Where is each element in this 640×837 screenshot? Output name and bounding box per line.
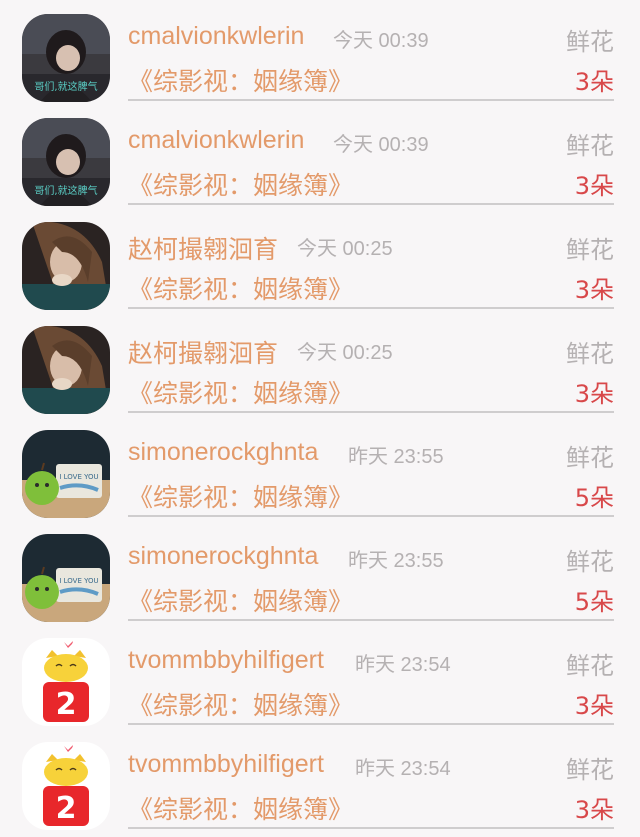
list-item[interactable]: 赵柯撮翱洄育 今天 00:25 鲜花 《综影视：姻缘簿》 3朵 [0,312,640,416]
gift-type-label: 鲜花 [566,132,614,160]
svg-text:2: 2 [56,791,77,826]
divider [128,307,614,309]
divider [128,203,614,205]
gift-type-label: 鲜花 [566,652,614,680]
timestamp: 今天 00:25 [297,342,393,364]
gift-type-label: 鲜花 [566,756,614,784]
book-title[interactable]: 《综影视：姻缘簿》 [128,270,353,306]
book-title[interactable]: 《综影视：姻缘簿》 [128,790,353,826]
book-title[interactable]: 《综影视：姻缘簿》 [128,166,353,202]
timestamp: 昨天 23:54 [355,654,451,676]
cat-number-2-avatar-icon[interactable]: 2 [22,742,110,830]
list-item[interactable]: I LOVE YOU simonerockghnta 昨天 23:55 鲜花 《… [0,416,640,520]
apple-love-you-avatar-icon[interactable]: I LOVE YOU [22,534,110,622]
boy-photo-avatar-icon[interactable]: 哥们,就这脾气 [22,14,110,102]
username[interactable]: cmalvionkwlerin [128,126,304,155]
timestamp: 今天 00:39 [333,30,429,52]
username[interactable]: cmalvionkwlerin [128,22,304,51]
gift-quantity: 5朵 [574,484,614,512]
divider [128,411,614,413]
gift-quantity: 5朵 [574,588,614,616]
apple-love-you-avatar-icon[interactable]: I LOVE YOU [22,430,110,518]
username[interactable]: tvommbbyhilfigert [128,750,324,779]
book-title[interactable]: 《综影视：姻缘簿》 [128,62,353,98]
username[interactable]: 赵柯撮翱洄育 [128,334,278,370]
username[interactable]: 赵柯撮翱洄育 [128,230,278,266]
gift-quantity: 3朵 [574,796,614,824]
timestamp: 昨天 23:54 [355,758,451,780]
book-title[interactable]: 《综影视：姻缘簿》 [128,478,353,514]
divider [128,827,614,829]
gift-quantity: 3朵 [574,68,614,96]
gift-type-label: 鲜花 [566,28,614,56]
girl-photo-avatar-icon[interactable] [22,326,110,414]
list-item[interactable]: I LOVE YOU simonerockghnta 昨天 23:55 鲜花 《… [0,520,640,624]
list-item[interactable]: 2 tvommbbyhilfigert 昨天 23:54 鲜花 《综影视：姻缘簿… [0,624,640,728]
username[interactable]: tvommbbyhilfigert [128,646,324,675]
gift-quantity: 3朵 [574,276,614,304]
svg-text:I LOVE YOU: I LOVE YOU [59,577,98,585]
timestamp: 今天 00:25 [297,238,393,260]
svg-text:I LOVE YOU: I LOVE YOU [59,473,98,481]
gift-type-label: 鲜花 [566,340,614,368]
divider [128,99,614,101]
gift-type-label: 鲜花 [566,444,614,472]
gift-type-label: 鲜花 [566,548,614,576]
cat-number-2-avatar-icon[interactable]: 2 [22,638,110,726]
gift-quantity: 3朵 [574,380,614,408]
book-title[interactable]: 《综影视：姻缘簿》 [128,374,353,410]
svg-text:哥们,就这脾气: 哥们,就这脾气 [34,184,97,197]
svg-text:2: 2 [56,687,77,722]
list-item[interactable]: 赵柯撮翱洄育 今天 00:25 鲜花 《综影视：姻缘簿》 3朵 [0,208,640,312]
timestamp: 昨天 23:55 [348,550,444,572]
divider [128,619,614,621]
timestamp: 今天 00:39 [333,134,429,156]
gift-type-label: 鲜花 [566,236,614,264]
gift-quantity: 3朵 [574,172,614,200]
list-item[interactable]: 哥们,就这脾气 cmalvionkwlerin 今天 00:39 鲜花 《综影视… [0,0,640,104]
book-title[interactable]: 《综影视：姻缘簿》 [128,686,353,722]
list-item[interactable]: 2 tvommbbyhilfigert 昨天 23:54 鲜花 《综影视：姻缘簿… [0,728,640,832]
svg-text:哥们,就这脾气: 哥们,就这脾气 [34,80,97,93]
gift-quantity: 3朵 [574,692,614,720]
divider [128,515,614,517]
timestamp: 昨天 23:55 [348,446,444,468]
boy-photo-avatar-icon[interactable]: 哥们,就这脾气 [22,118,110,206]
girl-photo-avatar-icon[interactable] [22,222,110,310]
book-title[interactable]: 《综影视：姻缘簿》 [128,582,353,618]
username[interactable]: simonerockghnta [128,438,318,467]
divider [128,723,614,725]
username[interactable]: simonerockghnta [128,542,318,571]
list-item[interactable]: 哥们,就这脾气 cmalvionkwlerin 今天 00:39 鲜花 《综影视… [0,104,640,208]
gift-list: 哥们,就这脾气 cmalvionkwlerin 今天 00:39 鲜花 《综影视… [0,0,640,837]
